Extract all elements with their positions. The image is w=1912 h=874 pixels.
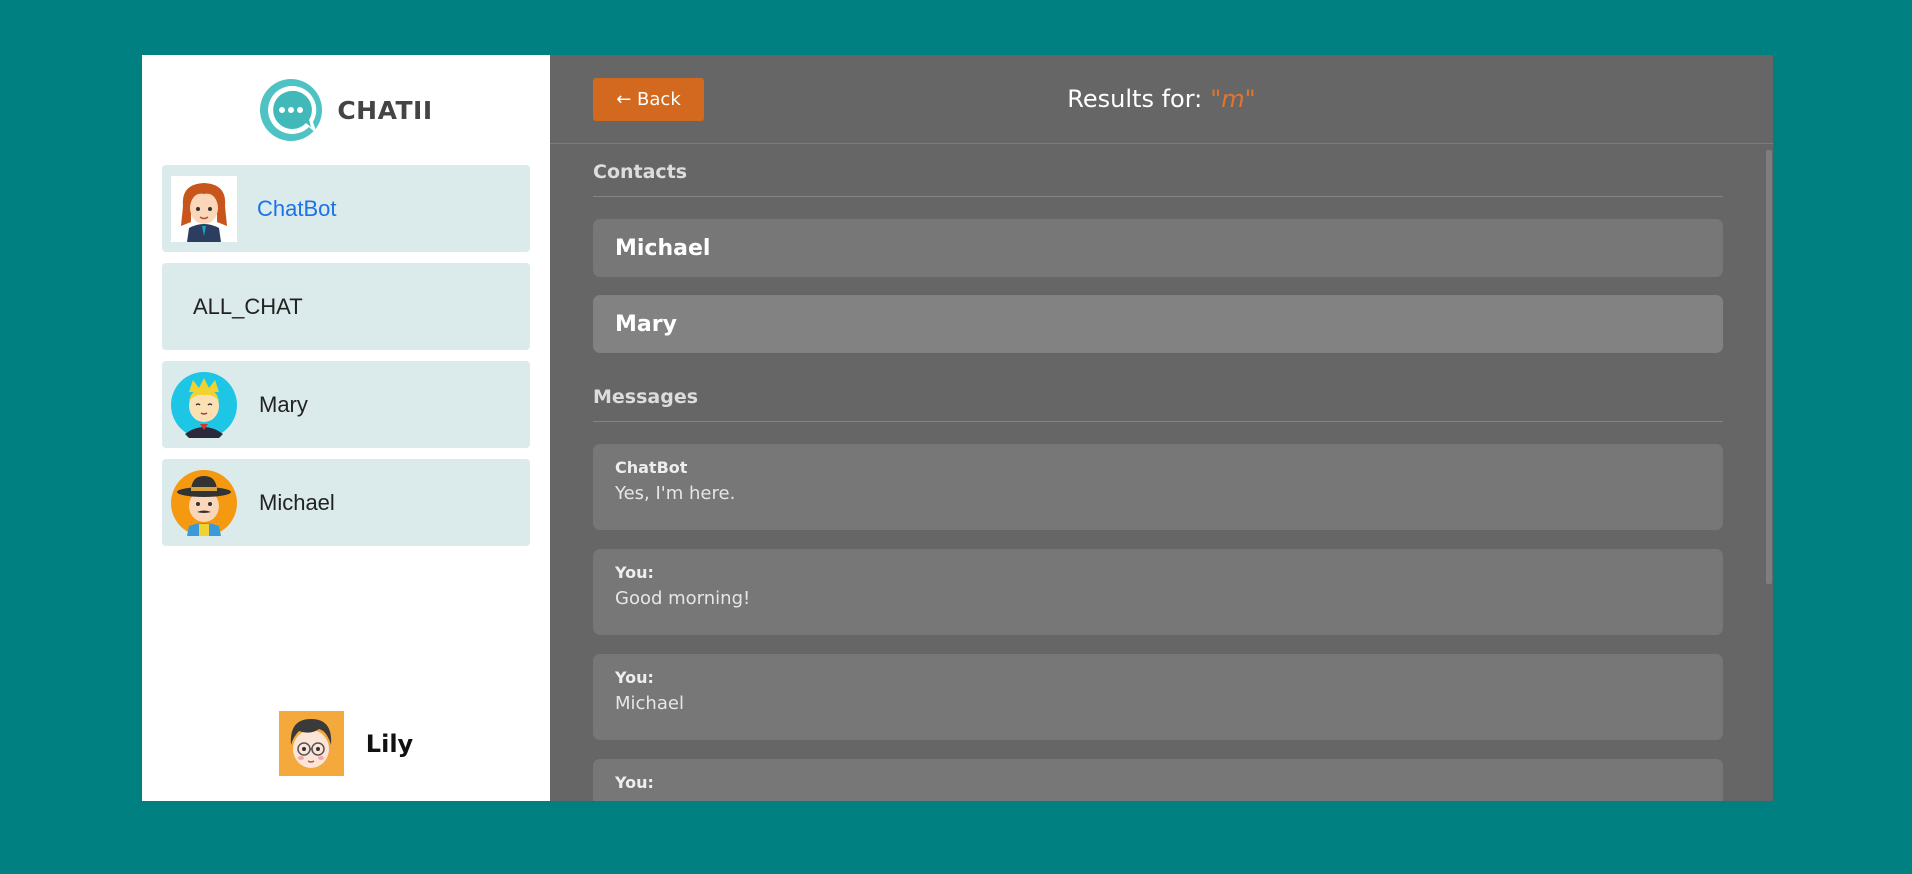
sidebar: CHATII ChatBot ALL_CHAT Mary Michael Lil… [142,55,550,801]
message-result[interactable]: You: Michael [593,654,1723,740]
results-content: Contacts Michael Mary Messages ChatBot Y… [593,144,1723,801]
contact-name: Mary [259,391,308,417]
current-user-name: Lily [365,729,414,758]
brand-name: CHATII [337,95,433,125]
results-scrollbar[interactable] [1765,144,1773,801]
result-contact-mary[interactable]: Mary [593,295,1723,353]
message-text: Michael [615,693,684,714]
chat-bubble-icon [259,78,323,142]
message-sender: ChatBot [615,458,688,477]
message-result[interactable]: You: [593,759,1723,801]
message-result[interactable]: You: Good morning! [593,549,1723,635]
message-sender: You: [615,773,654,792]
contact-item-all-chat[interactable]: ALL_CHAT [162,263,530,350]
chat-app-window: CHATII ChatBot ALL_CHAT Mary Michael Lil… [142,55,1773,801]
contact-list: ChatBot ALL_CHAT Mary Michael [142,165,550,546]
contact-item-mary[interactable]: Mary [162,361,530,448]
contacts-section-title: Contacts [593,144,1723,197]
michael-avatar [171,469,237,536]
result-contact-michael[interactable]: Michael [593,219,1723,277]
contact-name: ALL_CHAT [193,293,303,319]
mary-avatar [171,371,237,438]
search-query: "m" [1210,85,1256,113]
scrollbar-thumb[interactable] [1766,150,1772,584]
search-results-panel: Results for: "m" ← Back Contacts Michael… [550,55,1773,801]
contact-name: ChatBot [257,195,337,221]
lily-avatar[interactable] [278,711,344,776]
results-prefix: Results for: [1067,85,1203,113]
message-result[interactable]: ChatBot Yes, I'm here. [593,444,1723,530]
current-user: Lily [142,711,550,776]
contact-item-chatbot[interactable]: ChatBot [162,165,530,252]
results-title: Results for: "m" [550,55,1773,143]
contact-name: Michael [259,489,335,515]
message-text: Good morning! [615,588,751,609]
back-button[interactable]: ← Back [593,78,704,121]
contact-item-michael[interactable]: Michael [162,459,530,546]
chatbot-avatar [171,175,237,242]
message-text: Yes, I'm here. [615,483,736,504]
messages-section-title: Messages [593,369,1723,422]
results-header: Results for: "m" ← Back [550,55,1773,144]
message-sender: You: [615,563,654,582]
message-sender: You: [615,668,654,687]
brand-header: CHATII [142,55,550,165]
